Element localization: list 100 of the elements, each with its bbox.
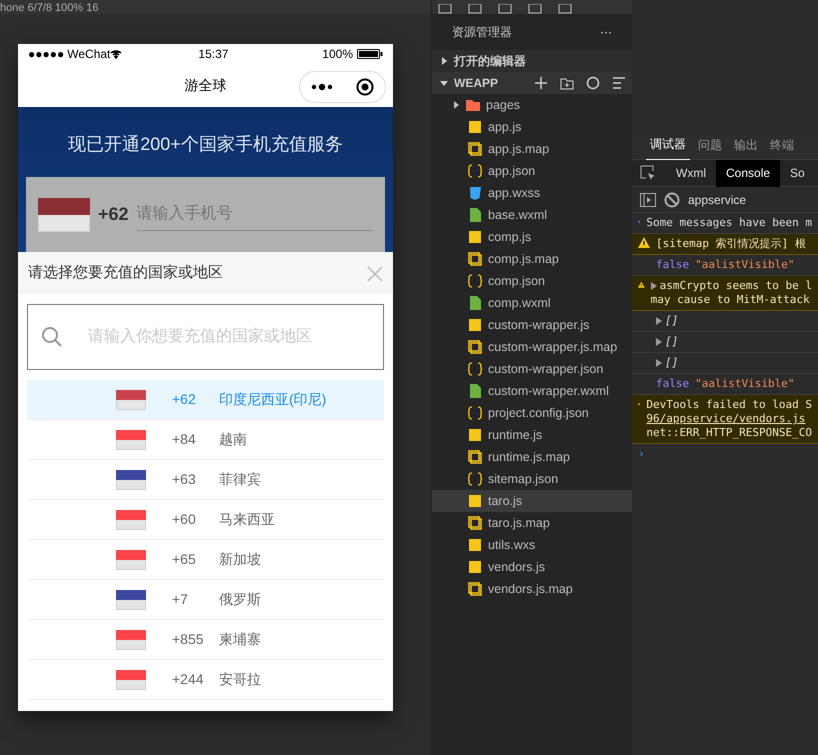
file-item[interactable]: base.wxml [432, 204, 632, 226]
file-icon [468, 296, 482, 310]
country-row[interactable]: +244 安哥拉 [27, 660, 384, 700]
clear-icon[interactable] [664, 192, 680, 208]
country-row[interactable]: +7 俄罗斯 [27, 580, 384, 620]
caret-icon[interactable] [650, 282, 657, 290]
banner-headline: 现已开通200+个国家手机充值服务 [67, 133, 344, 156]
file-item[interactable]: comp.js [432, 226, 632, 248]
battery-icon [357, 49, 383, 59]
country-row[interactable]: +60 马来西亚 [27, 500, 384, 540]
file-item[interactable]: custom-wrapper.json [432, 358, 632, 380]
flag-icon [116, 470, 146, 490]
warning-icon [638, 237, 650, 249]
panel-tab[interactable]: 终端 [766, 130, 798, 160]
file-item[interactable]: app.json [432, 160, 632, 182]
context-selector[interactable]: appservice [688, 190, 746, 208]
file-item[interactable]: vendors.js [432, 556, 632, 578]
device-label[interactable]: hone 6/7/8 100% 16 [0, 3, 98, 14]
file-item[interactable]: runtime.js.map [432, 446, 632, 468]
flag-icon [116, 390, 146, 410]
more-button[interactable]: ··· [600, 23, 612, 41]
more-icon [311, 83, 334, 91]
sidebar-toggle-icon[interactable] [640, 192, 656, 206]
plus-icon[interactable] [534, 76, 548, 90]
caret-icon [440, 79, 448, 87]
file-item[interactable]: custom-wrapper.js [432, 314, 632, 336]
phone-input-card[interactable]: +62 请输入手机号 [26, 177, 385, 252]
file-icon [468, 472, 482, 486]
console-prompt[interactable]: › [638, 447, 645, 461]
file-item[interactable]: runtime.js [432, 424, 632, 446]
file-icon [468, 384, 482, 398]
flag-icon [116, 430, 146, 450]
file-item[interactable]: app.js.map [432, 138, 632, 160]
country-row[interactable]: +65 新加坡 [27, 540, 384, 580]
file-item[interactable]: comp.wxml [432, 292, 632, 314]
collapse-icon[interactable] [612, 76, 626, 90]
country-row[interactable]: +855 柬埔寨 [27, 620, 384, 660]
devtools-tab[interactable]: Wxml [666, 160, 716, 186]
file-icon [468, 538, 482, 552]
file-icon [468, 252, 482, 266]
country-code: +62 [172, 390, 197, 409]
new-folder-icon[interactable] [560, 76, 574, 90]
file-item[interactable]: app.wxss [432, 182, 632, 204]
file-icon [468, 582, 482, 596]
console-text: DevTools failed to load S [646, 398, 812, 411]
file-item[interactable]: taro.js.map [432, 512, 632, 534]
country-row[interactable]: +84 越南 [27, 420, 384, 460]
caret-icon [656, 359, 662, 367]
devtools-tab[interactable]: So [780, 160, 815, 186]
refresh-icon[interactable] [586, 76, 600, 90]
file-icon [468, 142, 482, 156]
country-code[interactable]: +62 [98, 201, 129, 228]
file-icon [468, 208, 482, 222]
file-item[interactable]: sitemap.json [432, 468, 632, 490]
file-icon [468, 516, 482, 530]
file-item[interactable]: comp.js.map [432, 248, 632, 270]
flag-icon [116, 630, 146, 650]
section-header[interactable]: 打开的编辑器 [432, 50, 632, 72]
file-icon [468, 230, 482, 244]
capsule-menu[interactable] [299, 71, 386, 103]
panel-tab[interactable]: 问题 [694, 130, 726, 160]
caret-icon [452, 101, 460, 109]
file-item[interactable]: comp.json [432, 270, 632, 292]
file-icon [468, 274, 482, 288]
file-link[interactable]: 96/appservice/vendors.js [646, 412, 806, 425]
console-string: "aalistVisible" [695, 258, 794, 271]
country-row[interactable]: +63 菲律宾 [27, 460, 384, 500]
array-entry[interactable]: [] [656, 335, 678, 349]
file-icon [468, 494, 482, 508]
file-item[interactable]: project.config.json [432, 402, 632, 424]
file-icon [468, 450, 482, 464]
console-text: net::ERR_HTTP_RESPONSE_CO [646, 426, 812, 439]
flag-icon [116, 590, 146, 610]
country-code: +60 [172, 510, 197, 529]
country-name: 俄罗斯 [219, 590, 261, 609]
file-icon [468, 318, 482, 332]
array-entry[interactable]: [] [656, 356, 678, 370]
file-item[interactable]: taro.js [432, 490, 632, 512]
panel-tab[interactable]: 输出 [730, 130, 762, 160]
section-header[interactable]: WEAPP [432, 72, 632, 94]
caret-icon [656, 317, 662, 325]
carrier-label: WeChat [67, 46, 110, 63]
file-item[interactable]: app.js [432, 116, 632, 138]
file-item[interactable]: vendors.js.map [432, 578, 632, 600]
file-item[interactable]: custom-wrapper.wxml [432, 380, 632, 402]
devtools-tab[interactable]: Console [716, 160, 780, 186]
file-item[interactable]: pages [432, 94, 632, 116]
close-icon [367, 266, 383, 282]
country-code: +84 [172, 430, 197, 449]
country-name: 柬埔寨 [219, 630, 261, 649]
array-entry[interactable]: [] [656, 314, 678, 328]
flag-icon [116, 550, 146, 570]
file-item[interactable]: custom-wrapper.js.map [432, 336, 632, 358]
console-value: false [656, 377, 690, 390]
file-icon [468, 186, 482, 200]
file-icon [468, 560, 482, 574]
inspect-icon[interactable] [640, 165, 656, 181]
file-item[interactable]: utils.wxs [432, 534, 632, 556]
country-name: 印度尼西亚(印尼) [219, 390, 326, 409]
caret-icon [656, 338, 662, 346]
